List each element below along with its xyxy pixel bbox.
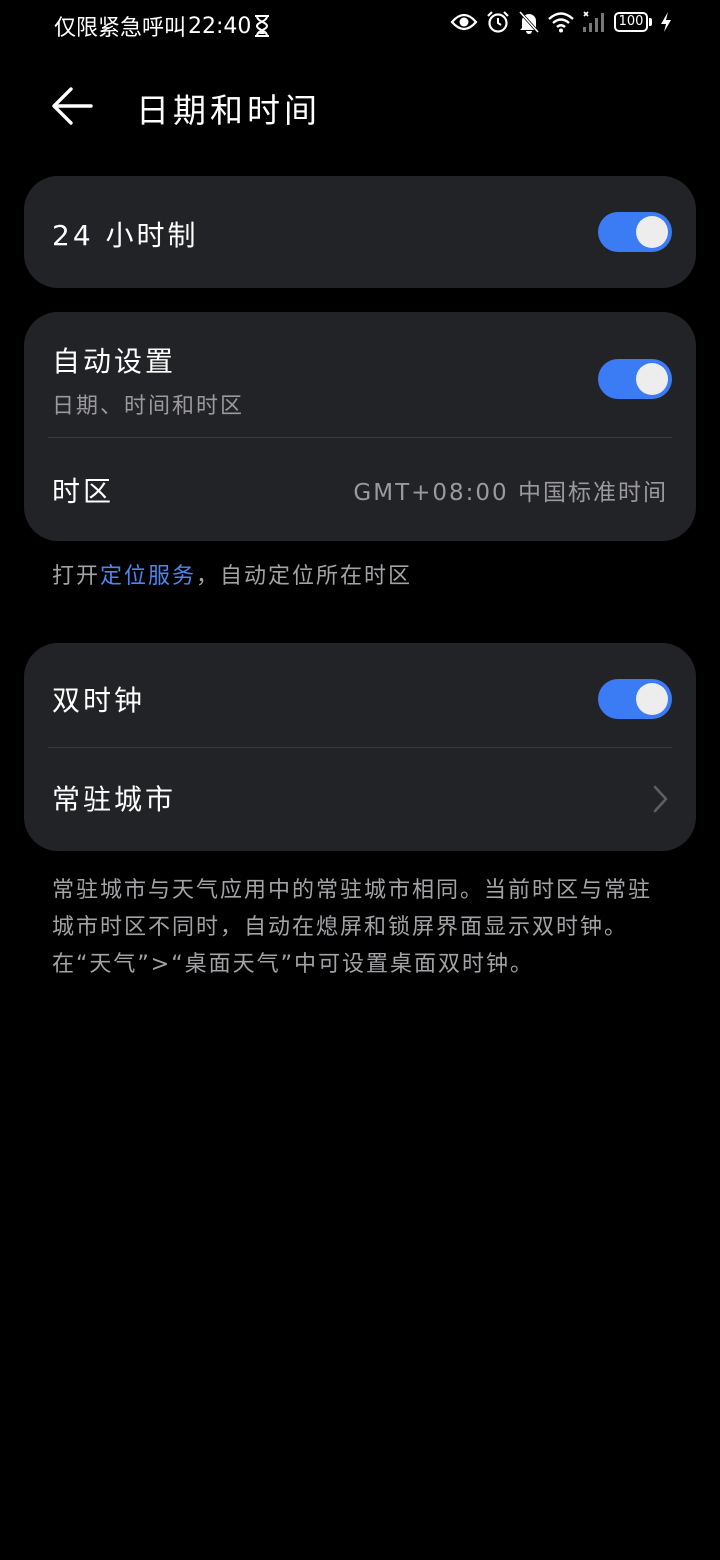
card-auto-time: 自动设置 日期、时间和时区 时区 GMT+08:00 中国标准时间 xyxy=(24,312,696,541)
card-dual-clock: 双时钟 常驻城市 xyxy=(24,643,696,851)
bell-off-icon xyxy=(518,10,540,34)
toggle-knob xyxy=(636,683,668,715)
charging-icon xyxy=(661,12,671,32)
status-bar: 仅限紧急呼叫 22:40 100 xyxy=(0,0,720,48)
card-24-hour: 24 小时制 xyxy=(24,176,696,288)
eye-icon xyxy=(450,13,478,31)
dual-clock-note: 常驻城市与天气应用中的常驻城市相同。当前时区与常驻城市时区不同时，自动在熄屏和锁… xyxy=(52,878,653,977)
battery-cap xyxy=(649,18,652,26)
signal-icon xyxy=(583,11,604,32)
arrow-left-icon xyxy=(52,87,93,125)
location-note-suffix: ，自动定位所在时区 xyxy=(196,564,413,589)
back-button[interactable] xyxy=(42,78,102,134)
auto-set-sublabel: 日期、时间和时区 xyxy=(52,394,245,419)
carrier-text: 仅限紧急呼叫 xyxy=(54,16,187,41)
toggle-knob xyxy=(636,216,668,248)
page-title: 日期和时间 xyxy=(136,91,321,130)
setting-row-auto-set[interactable]: 自动设置 日期、时间和时区 xyxy=(48,312,672,438)
hour24-toggle[interactable] xyxy=(598,212,672,252)
header: 日期和时间 xyxy=(0,70,720,140)
setting-row-timezone[interactable]: 时区 GMT+08:00 中国标准时间 xyxy=(48,438,672,541)
toggle-knob xyxy=(636,363,668,395)
status-left: 仅限紧急呼叫 22:40 xyxy=(54,10,271,42)
alarm-icon xyxy=(487,11,509,33)
dual-clock-toggle[interactable] xyxy=(598,679,672,719)
battery-level: 100 xyxy=(614,12,648,32)
wifi-icon xyxy=(548,12,574,33)
auto-set-label: 自动设置 xyxy=(52,345,177,378)
location-service-link[interactable]: 定位服务 xyxy=(100,564,196,589)
timezone-value: GMT+08:00 中国标准时间 xyxy=(353,480,668,506)
hourglass-icon xyxy=(255,15,270,37)
battery-icon: 100 xyxy=(614,12,652,32)
location-note: 打开定位服务，自动定位所在时区 xyxy=(52,558,662,595)
setting-row-home-city[interactable]: 常驻城市 xyxy=(48,748,672,851)
clock-text: 22:40 xyxy=(188,13,252,39)
auto-set-toggle[interactable] xyxy=(598,359,672,399)
location-note-prefix: 打开 xyxy=(52,564,101,589)
home-city-label: 常驻城市 xyxy=(52,783,177,816)
status-icons: 100 xyxy=(450,10,672,34)
chevron-right-icon xyxy=(653,785,668,813)
hour24-label: 24 小时制 xyxy=(52,219,199,252)
setting-row-dual-clock[interactable]: 双时钟 xyxy=(48,643,672,748)
timezone-label: 时区 xyxy=(52,475,115,508)
dual-clock-label: 双时钟 xyxy=(52,684,146,717)
setting-row-24-hour[interactable]: 24 小时制 xyxy=(48,176,672,288)
